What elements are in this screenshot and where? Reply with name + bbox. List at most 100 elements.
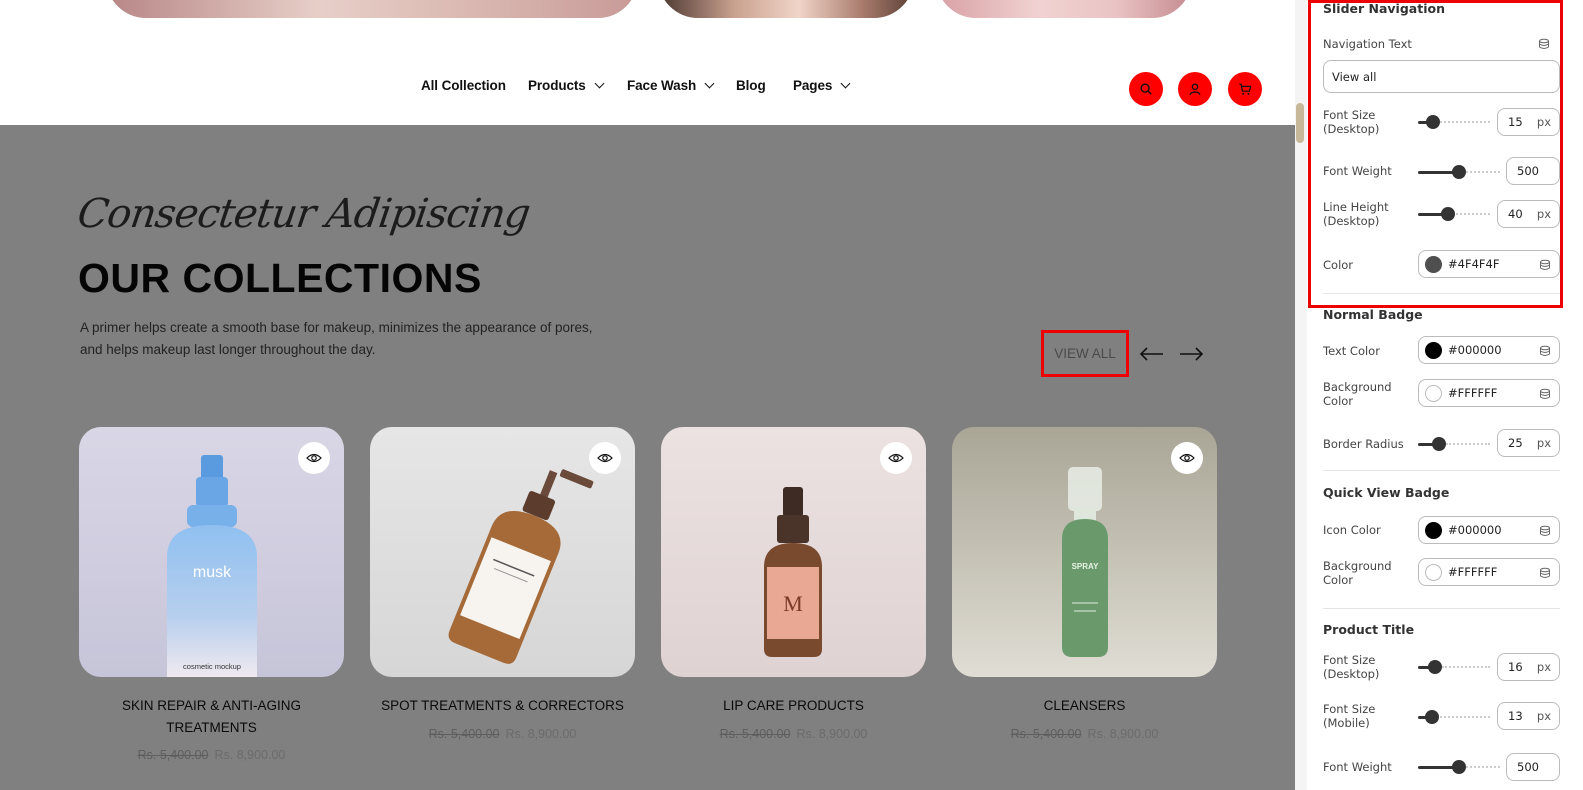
nav-item-products[interactable]: Products bbox=[528, 78, 605, 93]
border-radius-slider[interactable] bbox=[1418, 437, 1490, 451]
slider-next-button[interactable] bbox=[1177, 342, 1205, 366]
color-swatch[interactable] bbox=[1425, 521, 1442, 539]
color-swatch[interactable] bbox=[1425, 255, 1442, 273]
dynamic-source-icon[interactable] bbox=[1539, 525, 1551, 537]
color-picker-field[interactable]: #4F4F4F bbox=[1418, 250, 1560, 278]
color-picker-field[interactable]: #FFFFFF bbox=[1418, 379, 1560, 407]
unit-label: px bbox=[1536, 115, 1551, 129]
line-height-value: 40 bbox=[1508, 207, 1523, 221]
font-weight-value: 500 bbox=[1517, 760, 1539, 774]
quick-view-button[interactable] bbox=[298, 442, 330, 474]
product-price: Rs. 5,400.00 Rs. 8,900.00 bbox=[952, 727, 1217, 741]
eye-icon bbox=[1179, 453, 1195, 463]
dynamic-source-icon[interactable] bbox=[1539, 388, 1551, 400]
product-card[interactable]: musk cosmetic mockup bbox=[79, 427, 344, 677]
color-picker-field[interactable]: #000000 bbox=[1418, 516, 1560, 544]
nav-item-blog[interactable]: Blog bbox=[736, 78, 766, 93]
bottle-caption-text: cosmetic mockup bbox=[183, 662, 241, 671]
section-title: OUR COLLECTIONS bbox=[78, 255, 482, 301]
product-price: Rs. 5,400.00 Rs. 8,900.00 bbox=[370, 727, 635, 741]
font-size-value: 16 bbox=[1508, 660, 1523, 674]
nav-item-label: Pages bbox=[793, 78, 833, 93]
main-navigation: All Collection Products Face Wash Blog P… bbox=[0, 54, 1295, 122]
view-all-label: VIEW ALL bbox=[1054, 346, 1116, 361]
color-hex-value: #4F4F4F bbox=[1448, 257, 1500, 271]
font-size-slider[interactable] bbox=[1418, 115, 1490, 129]
line-height-input[interactable]: 40 px bbox=[1497, 200, 1560, 228]
font-weight-input[interactable]: 500 bbox=[1506, 753, 1560, 781]
section-divider bbox=[1323, 470, 1560, 471]
product-card[interactable] bbox=[370, 427, 635, 677]
quick-view-button[interactable] bbox=[1171, 442, 1203, 474]
font-size-input[interactable]: 15 px bbox=[1497, 108, 1560, 136]
product-title[interactable]: LIP CARE PRODUCTS bbox=[661, 695, 926, 717]
product-title[interactable]: SKIN REPAIR & ANTI-AGING TREATMENTS bbox=[79, 695, 344, 739]
color-swatch[interactable] bbox=[1425, 563, 1442, 581]
nav-item-all-collection[interactable]: All Collection bbox=[421, 78, 506, 93]
chevron-down-icon bbox=[840, 78, 851, 89]
font-size-mobile-input[interactable]: 13 px bbox=[1497, 702, 1560, 730]
chevron-down-icon bbox=[704, 78, 715, 89]
font-size-input[interactable]: 16 px bbox=[1497, 653, 1560, 681]
slider-handle[interactable] bbox=[1426, 115, 1440, 129]
banner-image bbox=[106, 0, 638, 18]
view-all-link[interactable]: VIEW ALL bbox=[1041, 330, 1129, 377]
slider-handle[interactable] bbox=[1452, 760, 1466, 774]
quick-view-button[interactable] bbox=[589, 442, 621, 474]
navigation-text-input[interactable]: View all bbox=[1323, 60, 1560, 93]
product-title[interactable]: CLEANSERS bbox=[952, 695, 1217, 717]
product-title[interactable]: SPOT TREATMENTS & CORRECTORS bbox=[370, 695, 635, 717]
sale-price: Rs. 8,900.00 bbox=[1087, 727, 1159, 741]
font-size-slider[interactable] bbox=[1418, 660, 1490, 674]
font-weight-slider[interactable] bbox=[1418, 165, 1500, 179]
font-weight-slider[interactable] bbox=[1418, 760, 1500, 774]
search-icon bbox=[1140, 83, 1152, 95]
arrow-right-icon bbox=[1180, 347, 1204, 361]
font-size-mobile-slider[interactable] bbox=[1418, 710, 1490, 724]
sale-price: Rs. 8,900.00 bbox=[214, 748, 286, 762]
dynamic-source-icon[interactable] bbox=[1539, 345, 1551, 357]
product-card[interactable]: SPRAY bbox=[952, 427, 1217, 677]
normal-badge-heading: Normal Badge bbox=[1323, 307, 1423, 322]
section-script-title: Consectetur Adipiscing bbox=[74, 191, 533, 237]
store-preview: All Collection Products Face Wash Blog P… bbox=[0, 0, 1295, 790]
account-button[interactable] bbox=[1178, 72, 1212, 106]
color-swatch[interactable] bbox=[1425, 341, 1442, 359]
eye-icon bbox=[306, 453, 322, 463]
quick-view-button[interactable] bbox=[880, 442, 912, 474]
collections-section: Consectetur Adipiscing OUR COLLECTIONS A… bbox=[0, 125, 1295, 790]
nav-item-label: Face Wash bbox=[627, 78, 697, 93]
border-radius-input[interactable]: 25 px bbox=[1497, 429, 1560, 457]
product-card[interactable]: M bbox=[661, 427, 926, 677]
slider-handle[interactable] bbox=[1428, 660, 1442, 674]
scrollbar-thumb[interactable] bbox=[1296, 103, 1304, 143]
color-hex-value: #FFFFFF bbox=[1448, 565, 1498, 579]
color-picker-field[interactable]: #FFFFFF bbox=[1418, 558, 1560, 586]
dynamic-source-icon[interactable] bbox=[1538, 38, 1550, 50]
slider-handle[interactable] bbox=[1425, 710, 1439, 724]
color-picker-field[interactable]: #000000 bbox=[1418, 336, 1560, 364]
navigation-text-value: View all bbox=[1332, 69, 1377, 84]
search-button[interactable] bbox=[1129, 72, 1163, 106]
slider-handle[interactable] bbox=[1441, 207, 1455, 221]
nav-item-label: Blog bbox=[736, 78, 766, 93]
slider-prev-button[interactable] bbox=[1138, 342, 1166, 366]
slider-handle[interactable] bbox=[1432, 437, 1446, 451]
dynamic-source-icon[interactable] bbox=[1539, 259, 1551, 271]
dynamic-source-icon[interactable] bbox=[1539, 567, 1551, 579]
color-swatch[interactable] bbox=[1425, 384, 1442, 402]
font-weight-input[interactable]: 500 bbox=[1506, 157, 1560, 185]
product-title-heading: Product Title bbox=[1323, 622, 1415, 637]
quick-view-badge-heading: Quick View Badge bbox=[1323, 485, 1450, 500]
unit-label: px bbox=[1536, 709, 1551, 723]
slider-handle[interactable] bbox=[1452, 165, 1466, 179]
cart-button[interactable] bbox=[1228, 72, 1262, 106]
nav-item-pages[interactable]: Pages bbox=[793, 78, 851, 93]
line-height-slider[interactable] bbox=[1418, 207, 1490, 221]
icon-color-label: Icon Color bbox=[1323, 523, 1381, 537]
background-color-label: Background Color bbox=[1323, 380, 1392, 408]
color-hex-value: #000000 bbox=[1448, 343, 1502, 357]
text-color-label: Text Color bbox=[1323, 344, 1380, 358]
border-radius-label: Border Radius bbox=[1323, 437, 1404, 451]
nav-item-face-wash[interactable]: Face Wash bbox=[627, 78, 715, 93]
